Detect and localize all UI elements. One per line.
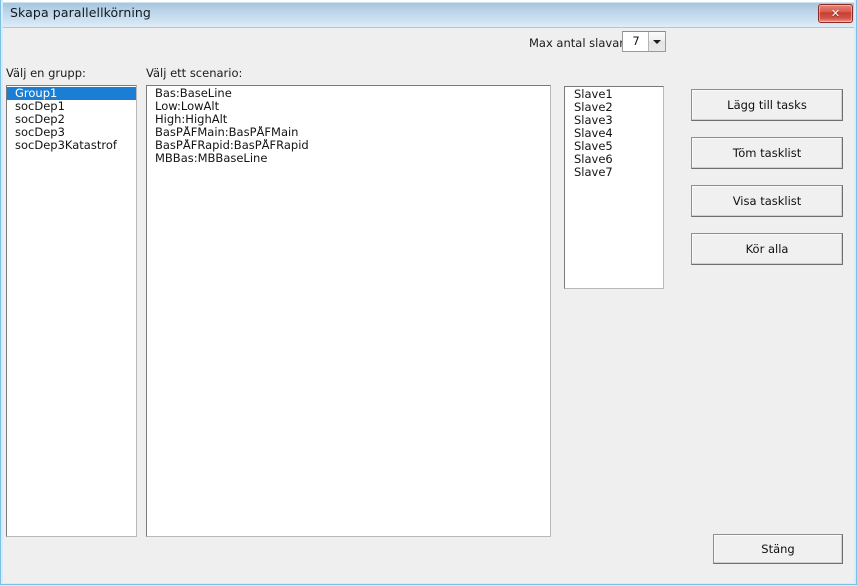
max-slaves-label: Max antal slavar: <box>529 36 628 50</box>
slave-list-item[interactable]: Slave5 <box>565 140 663 153</box>
dialog-window: Skapa parallellkörning ✕ Max antal slava… <box>0 0 857 586</box>
slave-list-items: Slave1 Slave2 Slave3 Slave4 Slave5 Slave6 Slav… <box>565 88 663 179</box>
slave-list-item[interactable]: Slave6 <box>565 153 663 166</box>
scenario-list-items: Bas:BaseLine Low:LowAlt High:HighAlt BasPÅF… <box>147 87 550 165</box>
clear-tasklist-button[interactable]: Töm tasklist <box>691 137 843 169</box>
slave-list-item[interactable]: Slave7 <box>565 166 663 179</box>
slave-list-item[interactable]: Slave1 <box>565 88 663 101</box>
group-listbox[interactable]: Group1 socDep1 socDep2 socDep3 socDep3Katast… <box>6 85 137 537</box>
scenario-list-item[interactable]: High:HighAlt <box>147 113 550 126</box>
max-slaves-value: 7 <box>632 34 640 48</box>
titlebar-highlight <box>1 2 856 3</box>
slave-list-item[interactable]: Slave2 <box>565 101 663 114</box>
group-list-label: Välj en grupp: <box>6 66 86 80</box>
scenario-list-label: Välj ett scenario: <box>146 66 243 80</box>
scenario-list-item[interactable]: MBBas:MBBaseLine <box>147 152 550 165</box>
scenario-list-item[interactable]: BasPÅFRapid:BasPÅFRapid <box>147 139 550 152</box>
chevron-down-icon[interactable] <box>648 32 665 51</box>
window-title: Skapa parallellkörning <box>10 5 151 20</box>
client-area: Max antal slavar: 7 Välj en grupp: Group… <box>1 28 856 585</box>
close-icon: ✕ <box>830 7 841 20</box>
add-tasks-button[interactable]: Lägg till tasks <box>691 89 843 121</box>
slave-list-item[interactable]: Slave4 <box>565 127 663 140</box>
scenario-list-item[interactable]: Bas:BaseLine <box>147 87 550 100</box>
group-list-item[interactable]: socDep3Katastrof <box>7 139 136 152</box>
run-all-button[interactable]: Kör alla <box>691 233 843 265</box>
group-list-items: Group1 socDep1 socDep2 socDep3 socDep3Katast… <box>7 87 136 152</box>
close-dialog-button[interactable]: Stäng <box>713 534 843 564</box>
close-button[interactable]: ✕ <box>818 4 853 23</box>
scenario-list-item[interactable]: Low:LowAlt <box>147 100 550 113</box>
group-list-item[interactable]: socDep2 <box>7 113 136 126</box>
scenario-listbox[interactable]: Bas:BaseLine Low:LowAlt High:HighAlt BasPÅF… <box>146 85 551 537</box>
titlebar: Skapa parallellkörning ✕ <box>1 0 856 28</box>
scenario-list-item[interactable]: BasPÅFMain:BasPÅFMain <box>147 126 550 139</box>
max-slaves-select[interactable]: 7 <box>622 31 666 52</box>
show-tasklist-button[interactable]: Visa tasklist <box>691 185 843 217</box>
slave-list-item[interactable]: Slave3 <box>565 114 663 127</box>
slave-listbox[interactable]: Slave1 Slave2 Slave3 Slave4 Slave5 Slave6 Slav… <box>564 86 664 289</box>
group-list-item[interactable]: socDep3 <box>7 126 136 139</box>
group-list-item[interactable]: socDep1 <box>7 100 136 113</box>
group-list-item[interactable]: Group1 <box>7 87 136 100</box>
